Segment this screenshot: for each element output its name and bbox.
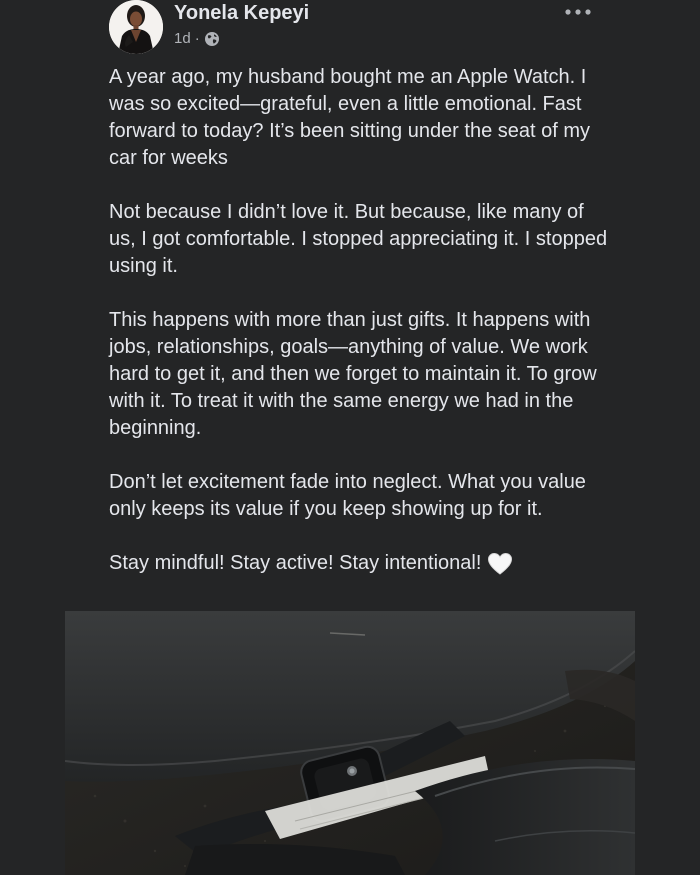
post-photo[interactable] [65,611,635,875]
post-paragraph: Don’t let excitement fade into neglect. … [109,471,586,520]
post-paragraph: This happens with more than just gifts. … [109,309,597,439]
post-card: Yonela Kepeyi 1d · A year ago, my husban [65,0,635,875]
post-paragraph: A year ago, my husband bought me an Appl… [109,66,591,169]
closing-line: Stay mindful! Stay active! Stay intentio… [109,550,609,577]
post-meta: 1d · [174,30,220,47]
globe-icon [204,31,220,47]
avatar[interactable] [109,0,163,54]
meta-separator: · [194,30,200,47]
post-paragraph: Not because I didn’t love it. But becaus… [109,201,608,277]
post-header: Yonela Kepeyi 1d · [109,0,595,58]
more-horizontal-icon [565,9,591,15]
more-options-button[interactable] [561,2,595,22]
post-time[interactable]: 1d [174,30,191,47]
white-heart-icon [487,552,513,576]
closing-line-text: Stay mindful! Stay active! Stay intentio… [109,552,482,574]
post-text: A year ago, my husband bought me an Appl… [109,64,609,577]
author-name[interactable]: Yonela Kepeyi [174,2,309,25]
